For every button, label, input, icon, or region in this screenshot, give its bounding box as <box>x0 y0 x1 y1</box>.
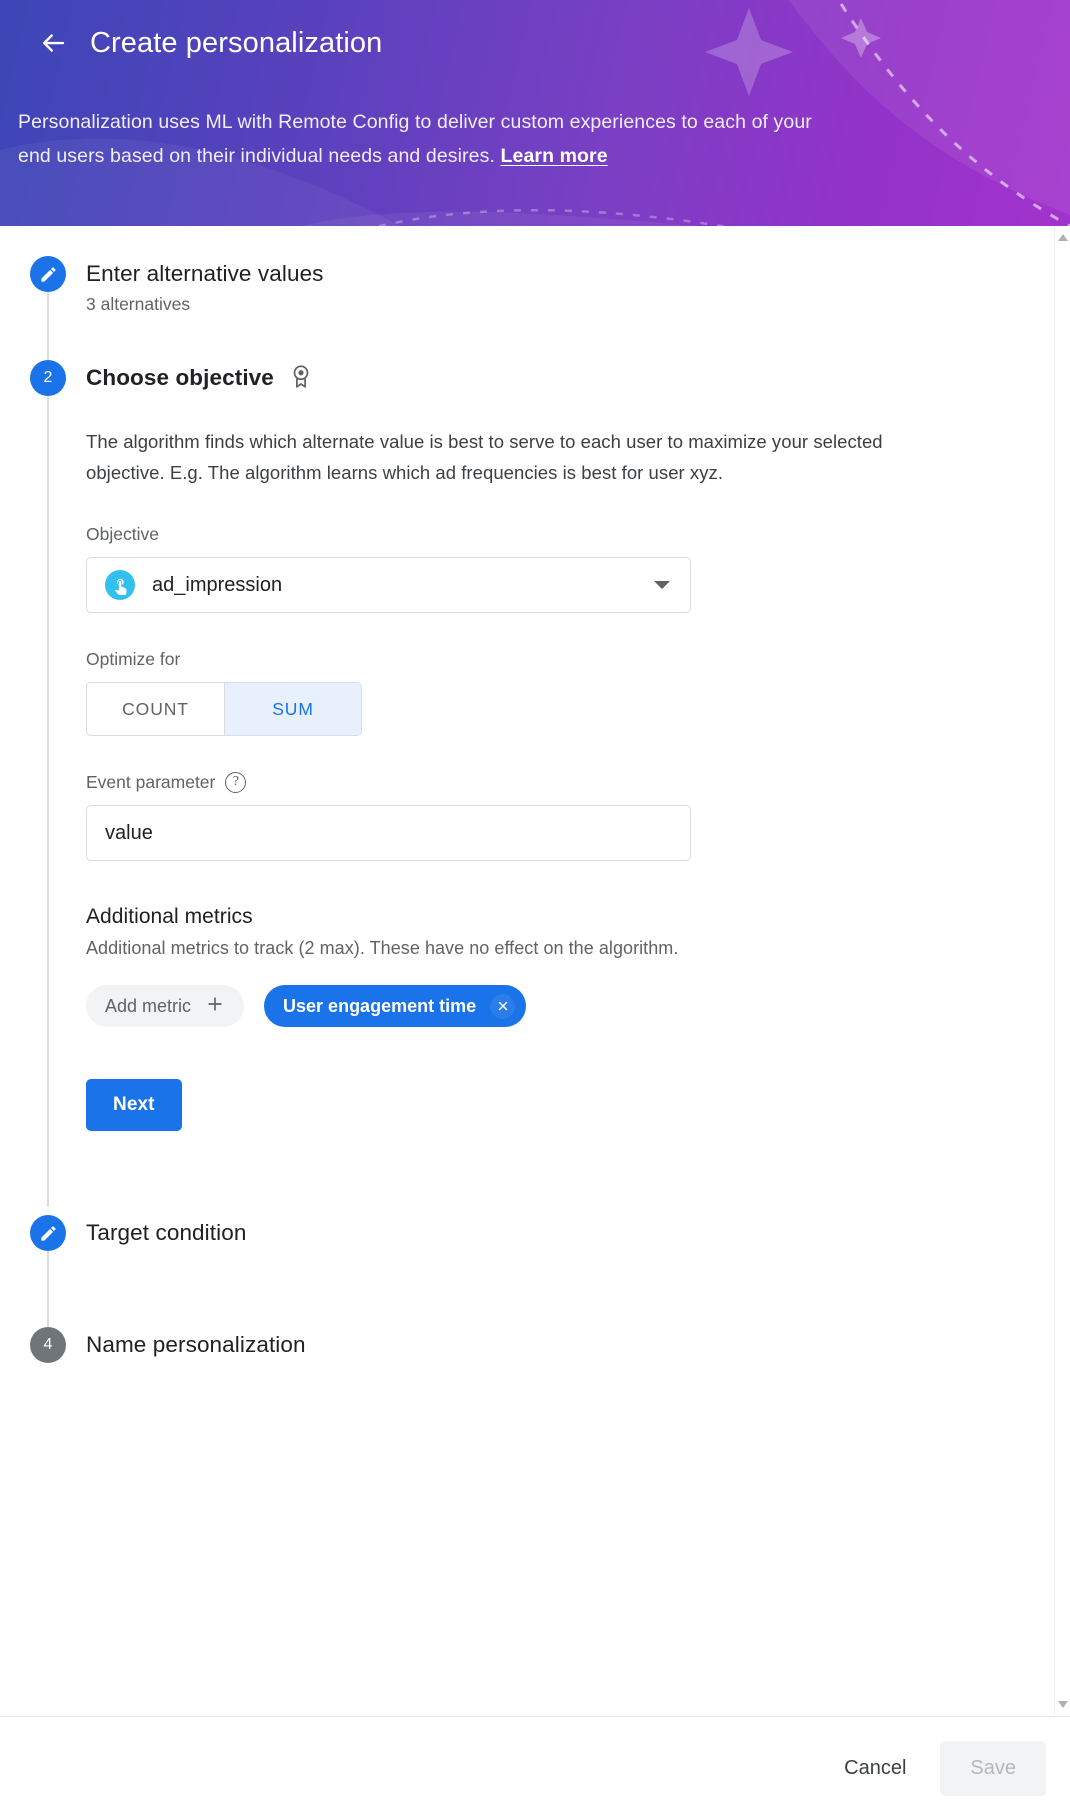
objective-value: ad_impression <box>152 573 283 596</box>
optimize-for-label-text: Optimize for <box>86 649 181 669</box>
step-title: Name personalization <box>86 1332 306 1357</box>
step-spacer <box>0 1171 1054 1215</box>
next-button[interactable]: Next <box>86 1079 182 1131</box>
step-connector-line <box>47 396 49 1207</box>
save-button: Save <box>940 1741 1046 1796</box>
scroll-up-arrow-icon[interactable] <box>1058 234 1068 241</box>
create-personalization-dialog: Create personalization Personalization u… <box>0 0 1070 1820</box>
step-title: Choose objective <box>86 365 274 390</box>
header-description: Personalization uses ML with Remote Conf… <box>18 105 848 173</box>
stepper-content: Enter alternative values 3 alternatives … <box>0 226 1054 1716</box>
header-description-text: Personalization uses ML with Remote Conf… <box>18 111 812 167</box>
metric-chip-user-engagement-time[interactable]: User engagement time <box>264 985 527 1027</box>
optimize-option-count[interactable]: COUNT <box>87 683 224 735</box>
metrics-chip-row: Add metric User engagement time <box>86 985 1054 1027</box>
objective-label: Objective <box>86 524 1054 545</box>
add-metric-chip[interactable]: Add metric <box>86 985 245 1027</box>
step-header: Choose objective <box>30 360 1054 396</box>
step-marker-edit-icon[interactable] <box>30 256 66 292</box>
dialog-footer: Cancel Save <box>0 1716 1070 1820</box>
step-marker-edit-icon[interactable] <box>30 1215 66 1251</box>
additional-metrics-title: Additional metrics <box>86 905 253 928</box>
step-name-personalization[interactable]: 4 Name personalization <box>0 1327 1054 1363</box>
objective-panel: The algorithm finds which alternate valu… <box>30 396 1054 1131</box>
optimize-for-label: Optimize for <box>86 649 1054 670</box>
optimize-option-sum[interactable]: SUM <box>224 683 361 735</box>
step-title: Enter alternative values <box>86 261 324 286</box>
award-badge-icon <box>288 363 314 394</box>
back-arrow-icon[interactable] <box>36 26 70 60</box>
step-subtitle: 3 alternatives <box>86 294 191 314</box>
step-marker-2[interactable]: 2 <box>30 360 66 396</box>
dialog-header: Create personalization Personalization u… <box>0 0 1070 226</box>
optimize-toggle-group: COUNT SUM <box>86 682 362 736</box>
touch-app-icon <box>105 570 135 600</box>
dialog-body: Enter alternative values 3 alternatives … <box>0 226 1070 1716</box>
step-target-condition[interactable]: Target condition <box>0 1215 1054 1355</box>
cancel-button[interactable]: Cancel <box>820 1741 930 1796</box>
event-parameter-label-text: Event parameter <box>86 772 216 792</box>
help-circle-icon[interactable]: ? <box>225 772 247 793</box>
step-marker-4[interactable]: 4 <box>30 1327 66 1363</box>
scroll-down-arrow-icon[interactable] <box>1058 1701 1068 1708</box>
stepper: Enter alternative values 3 alternatives … <box>0 256 1054 1363</box>
step-header: Target condition <box>30 1215 1054 1251</box>
step-header: Name personalization <box>30 1327 1054 1363</box>
objective-description: The algorithm finds which alternate valu… <box>86 431 883 483</box>
objective-select[interactable]: ad_impression <box>86 557 691 613</box>
step-enter-alternative-values[interactable]: Enter alternative values 3 alternatives <box>0 256 1054 388</box>
event-parameter-input[interactable] <box>86 805 691 861</box>
step-header: Enter alternative values <box>30 256 1054 292</box>
chevron-down-icon[interactable] <box>654 581 670 589</box>
close-circle-icon[interactable] <box>490 993 516 1019</box>
metric-chip-label: User engagement time <box>283 995 477 1016</box>
step-title: Target condition <box>86 1220 247 1245</box>
objective-label-text: Objective <box>86 524 159 544</box>
step-choose-objective: 2 Choose objective The algorithm finds w… <box>0 360 1054 1207</box>
learn-more-link[interactable]: Learn more <box>500 145 607 167</box>
header-title-row: Create personalization <box>0 0 1070 60</box>
add-metric-label: Add metric <box>105 995 192 1016</box>
additional-metrics-subtitle: Additional metrics to track (2 max). The… <box>86 938 679 958</box>
vertical-scrollbar[interactable] <box>1054 226 1070 1716</box>
page-title: Create personalization <box>90 26 383 59</box>
plus-icon <box>205 994 225 1019</box>
event-parameter-label: Event parameter ? <box>86 772 1054 793</box>
